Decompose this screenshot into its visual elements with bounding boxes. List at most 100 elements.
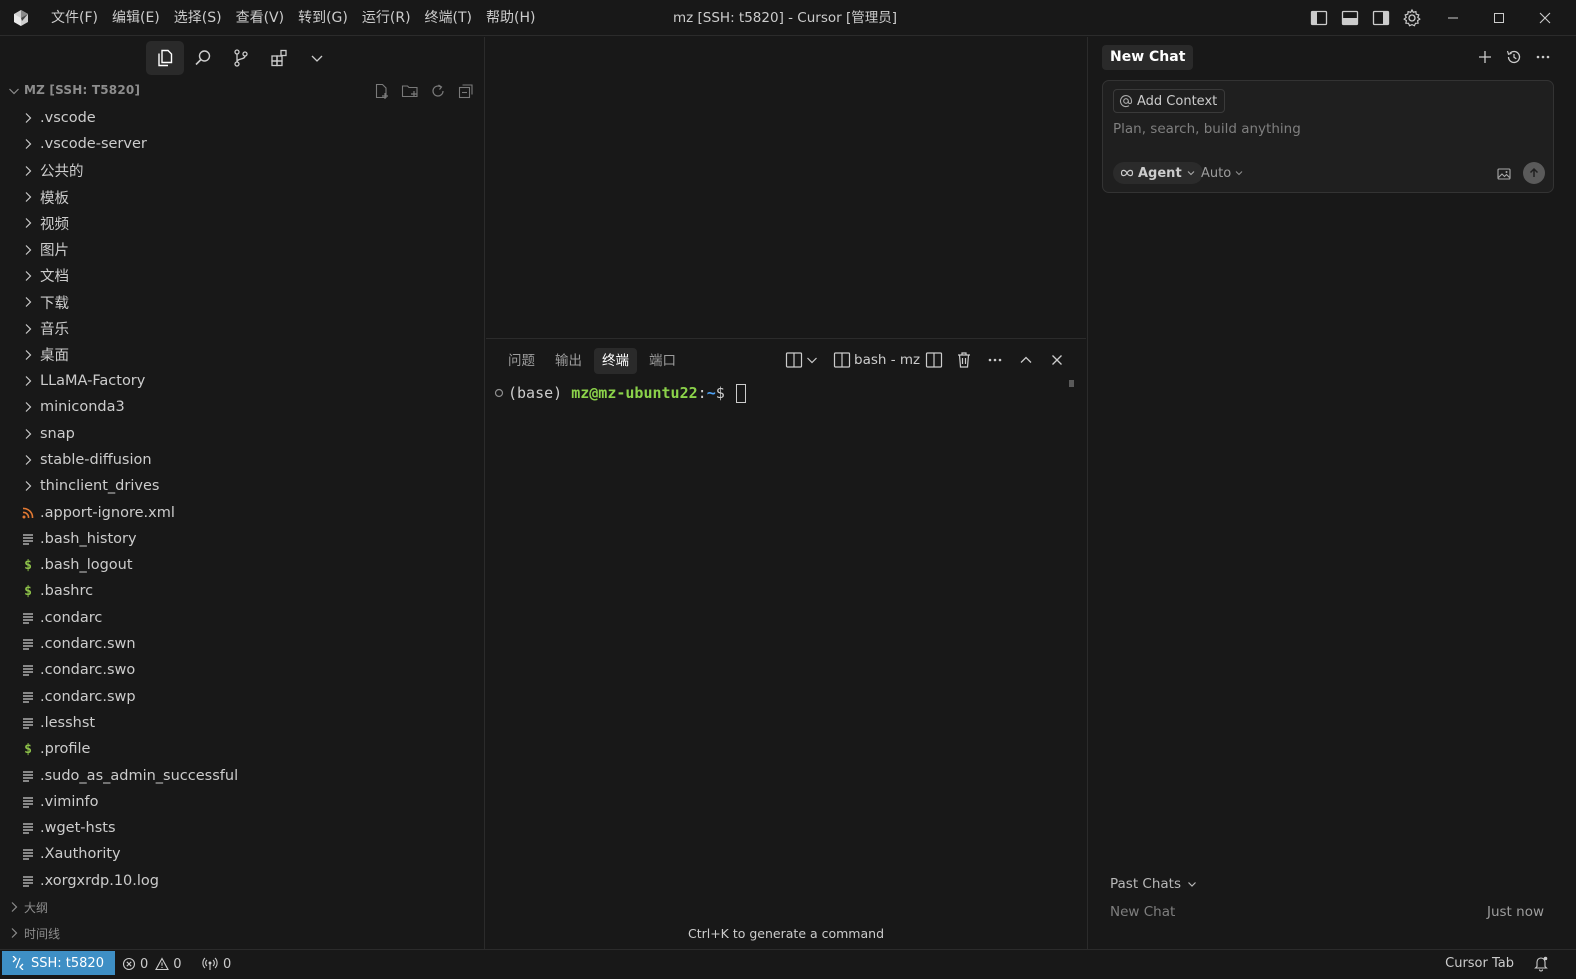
notification-bell-icon[interactable] <box>1532 954 1550 972</box>
lines-icon <box>20 662 36 678</box>
terminal-scrollbar[interactable] <box>1069 380 1074 387</box>
terminal-dropdown-chevron-icon[interactable] <box>804 350 824 370</box>
toggle-primary-sidebar-icon[interactable] <box>1309 8 1329 28</box>
menu-help[interactable]: 帮助(H) <box>479 0 542 36</box>
more-options-icon[interactable] <box>1534 48 1552 66</box>
folder-item[interactable]: 桌面 <box>0 342 485 368</box>
menu-go[interactable]: 转到(G) <box>291 0 355 36</box>
tab-ports[interactable]: 端口 <box>641 348 684 374</box>
more-actions-icon[interactable] <box>985 350 1005 370</box>
file-item[interactable]: .Xauthority <box>0 841 485 867</box>
file-item[interactable]: .apport-ignore.xml <box>0 499 485 525</box>
file-item[interactable]: $ .bashrc <box>0 578 485 604</box>
file-item[interactable]: .condarc <box>0 605 485 631</box>
agent-mode-dropdown[interactable]: Agent <box>1113 162 1203 184</box>
chevron-down-icon <box>6 83 22 99</box>
folder-item[interactable]: LLaMA-Factory <box>0 368 485 394</box>
tab-terminal[interactable]: 终端 <box>594 348 637 374</box>
image-attach-icon[interactable] <box>1495 165 1513 183</box>
terminal-instance-name[interactable]: bash - mz <box>854 349 920 371</box>
file-name: .apport-ignore.xml <box>40 504 175 521</box>
extensions-icon[interactable] <box>260 41 298 75</box>
explorer-files-icon[interactable] <box>146 41 184 75</box>
source-control-icon[interactable] <box>222 41 260 75</box>
model-dropdown[interactable]: Auto <box>1201 162 1244 184</box>
window-title: mz [SSH: t5820] - Cursor [管理员] <box>673 10 897 26</box>
menu-view[interactable]: 查看(V) <box>229 0 292 36</box>
file-item[interactable]: .xorgxrdp.10.log <box>0 868 485 894</box>
folder-item[interactable]: .vscode-server <box>0 131 485 157</box>
refresh-icon[interactable] <box>429 82 447 100</box>
model-label: Auto <box>1201 165 1232 181</box>
settings-gear-icon[interactable] <box>1402 8 1422 28</box>
file-item[interactable]: .sudo_as_admin_successful <box>0 762 485 788</box>
file-item[interactable]: .condarc.swn <box>0 631 485 657</box>
file-item[interactable]: $ .profile <box>0 736 485 762</box>
remote-indicator[interactable]: SSH: t5820 <box>2 951 115 975</box>
close-panel-icon[interactable] <box>1047 350 1067 370</box>
problems-indicator[interactable]: 0 0 <box>122 953 182 975</box>
file-item[interactable]: $ .bash_logout <box>0 552 485 578</box>
terminal-instance-icon[interactable] <box>832 350 852 370</box>
add-context-button[interactable]: Add Context <box>1113 89 1226 113</box>
outline-section[interactable]: 大纲 <box>0 895 48 919</box>
toggle-panel-icon[interactable] <box>1340 8 1360 28</box>
menu-file[interactable]: 文件(F) <box>44 0 105 36</box>
file-item[interactable]: .wget-hsts <box>0 815 485 841</box>
menu-run[interactable]: 运行(R) <box>355 0 418 36</box>
chat-tab-new-chat[interactable]: New Chat <box>1102 45 1194 70</box>
file-item[interactable]: .condarc.swo <box>0 657 485 683</box>
folder-item[interactable]: 模板 <box>0 184 485 210</box>
timeline-section[interactable]: 时间线 <box>0 921 60 945</box>
folder-item[interactable]: stable-diffusion <box>0 447 485 473</box>
plus-icon[interactable] <box>1476 48 1494 66</box>
file-name: .condarc <box>40 609 103 626</box>
file-item[interactable]: .lesshst <box>0 710 485 736</box>
editor-area[interactable] <box>486 37 1086 339</box>
menu-terminal[interactable]: 终端(T) <box>418 0 479 36</box>
folder-item[interactable]: 音乐 <box>0 315 485 341</box>
split-terminal-icon[interactable] <box>924 350 944 370</box>
folder-item[interactable]: 图片 <box>0 236 485 262</box>
menu-edit[interactable]: 编辑(E) <box>105 0 167 36</box>
new-terminal-split-icon[interactable] <box>784 350 804 370</box>
terminal-hint: Ctrl+K to generate a command <box>687 926 885 941</box>
tab-output[interactable]: 输出 <box>547 348 590 374</box>
new-folder-icon[interactable] <box>401 82 419 100</box>
file-item[interactable]: .condarc.swp <box>0 684 485 710</box>
past-chat-item-title[interactable]: New Chat <box>1110 904 1175 920</box>
ports-indicator[interactable]: 0 <box>202 953 231 975</box>
chevron-right-icon <box>20 321 36 337</box>
maximize-button[interactable] <box>1476 0 1522 36</box>
maximize-panel-chevron-up-icon[interactable] <box>1016 350 1036 370</box>
folder-item[interactable]: snap <box>0 421 485 447</box>
close-window-button[interactable] <box>1522 0 1568 36</box>
new-file-icon[interactable] <box>373 82 391 100</box>
folder-item[interactable]: thinclient_drives <box>0 473 485 499</box>
chat-input[interactable] <box>1113 121 1533 137</box>
file-item[interactable]: .bash_history <box>0 526 485 552</box>
menu-selection[interactable]: 选择(S) <box>167 0 229 36</box>
toggle-secondary-sidebar-icon[interactable] <box>1371 8 1391 28</box>
past-chat-item-time: Just now <box>1486 904 1544 920</box>
past-chats-toggle[interactable]: Past Chats <box>1110 876 1198 892</box>
folder-item[interactable]: .vscode <box>0 105 485 131</box>
collapse-all-icon[interactable] <box>457 82 475 100</box>
trash-icon[interactable] <box>954 350 974 370</box>
file-item[interactable]: .viminfo <box>0 789 485 815</box>
history-icon[interactable] <box>1505 48 1523 66</box>
folder-item[interactable]: 视频 <box>0 210 485 236</box>
folder-item[interactable]: 下载 <box>0 289 485 315</box>
chevron-right-icon <box>6 899 22 915</box>
folder-item[interactable]: 文档 <box>0 263 485 289</box>
cursor-tab-status[interactable]: Cursor Tab <box>1445 953 1514 975</box>
folder-name: stable-diffusion <box>40 452 152 468</box>
minimize-button[interactable] <box>1430 0 1476 36</box>
terminal-prompt-line[interactable]: (base) mz@mz-ubuntu22: ~ $ <box>494 382 746 404</box>
explorer-header[interactable]: MZ [SSH: T5820] <box>0 79 485 103</box>
folder-item[interactable]: 公共的 <box>0 158 485 184</box>
search-icon[interactable] <box>184 41 222 75</box>
folder-item[interactable]: miniconda3 <box>0 394 485 420</box>
more-views-chevron-icon[interactable] <box>298 41 336 75</box>
send-button[interactable] <box>1523 162 1545 184</box>
